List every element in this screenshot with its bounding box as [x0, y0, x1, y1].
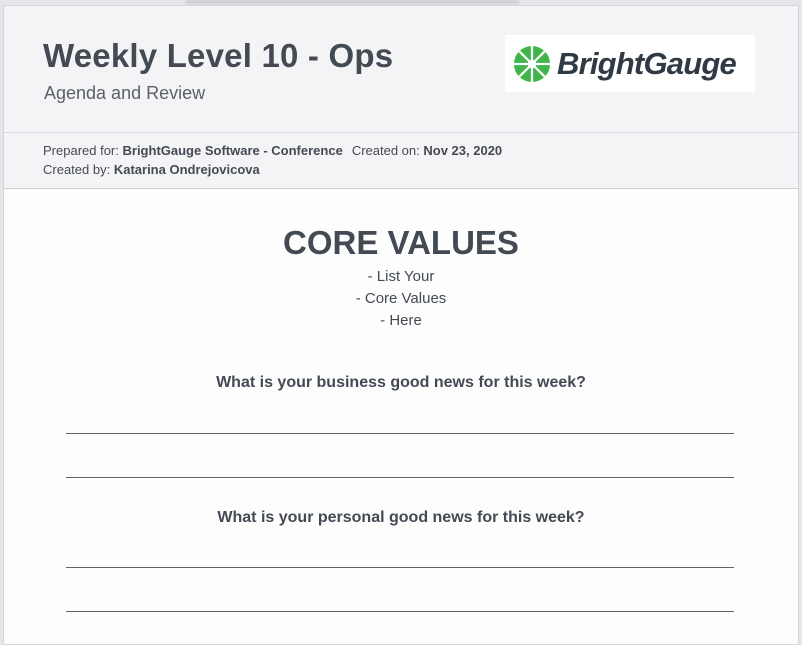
answer-line [66, 567, 734, 568]
brightgauge-gauge-icon [513, 45, 551, 82]
created-on-value: Nov 23, 2020 [423, 143, 503, 158]
prepared-for-value: BrightGauge Software - Conference [122, 143, 343, 158]
created-on-label: Created on: [351, 143, 420, 158]
report-meta: Prepared for: BrightGauge Software - Con… [4, 133, 798, 189]
created-by-value: Katarina Ondrejovicova [113, 162, 260, 177]
core-value-item: - List Your [367, 268, 435, 285]
page-subtitle: Agenda and Review [44, 83, 206, 103]
answer-line [66, 433, 734, 434]
report-header: Weekly Level 10 - Ops Agenda and Review … [4, 6, 798, 133]
page-title: Weekly Level 10 - Ops [43, 37, 394, 74]
core-value-item: - Core Values [355, 290, 447, 307]
logo-wordmark: BrightGauge [557, 45, 737, 81]
brightgauge-logo: BrightGauge [505, 35, 755, 92]
personal-news-question: What is your personal good news for this… [217, 509, 585, 526]
window-top-shadow [185, 0, 520, 4]
report-page: Weekly Level 10 - Ops Agenda and Review … [3, 5, 799, 645]
core-values-title: CORE VALUES [283, 224, 519, 261]
created-by-label: Created by: [43, 162, 111, 177]
prepared-for-label: Prepared for: [43, 143, 119, 158]
answer-line [66, 611, 734, 612]
meta-line-prepared: Prepared for: BrightGauge Software - Con… [43, 143, 502, 158]
meta-line-created-by: Created by: Katarina Ondrejovicova [43, 162, 260, 177]
answer-line [66, 477, 734, 478]
core-value-item: - Here [380, 312, 422, 329]
business-news-question: What is your business good news for this… [216, 374, 586, 391]
